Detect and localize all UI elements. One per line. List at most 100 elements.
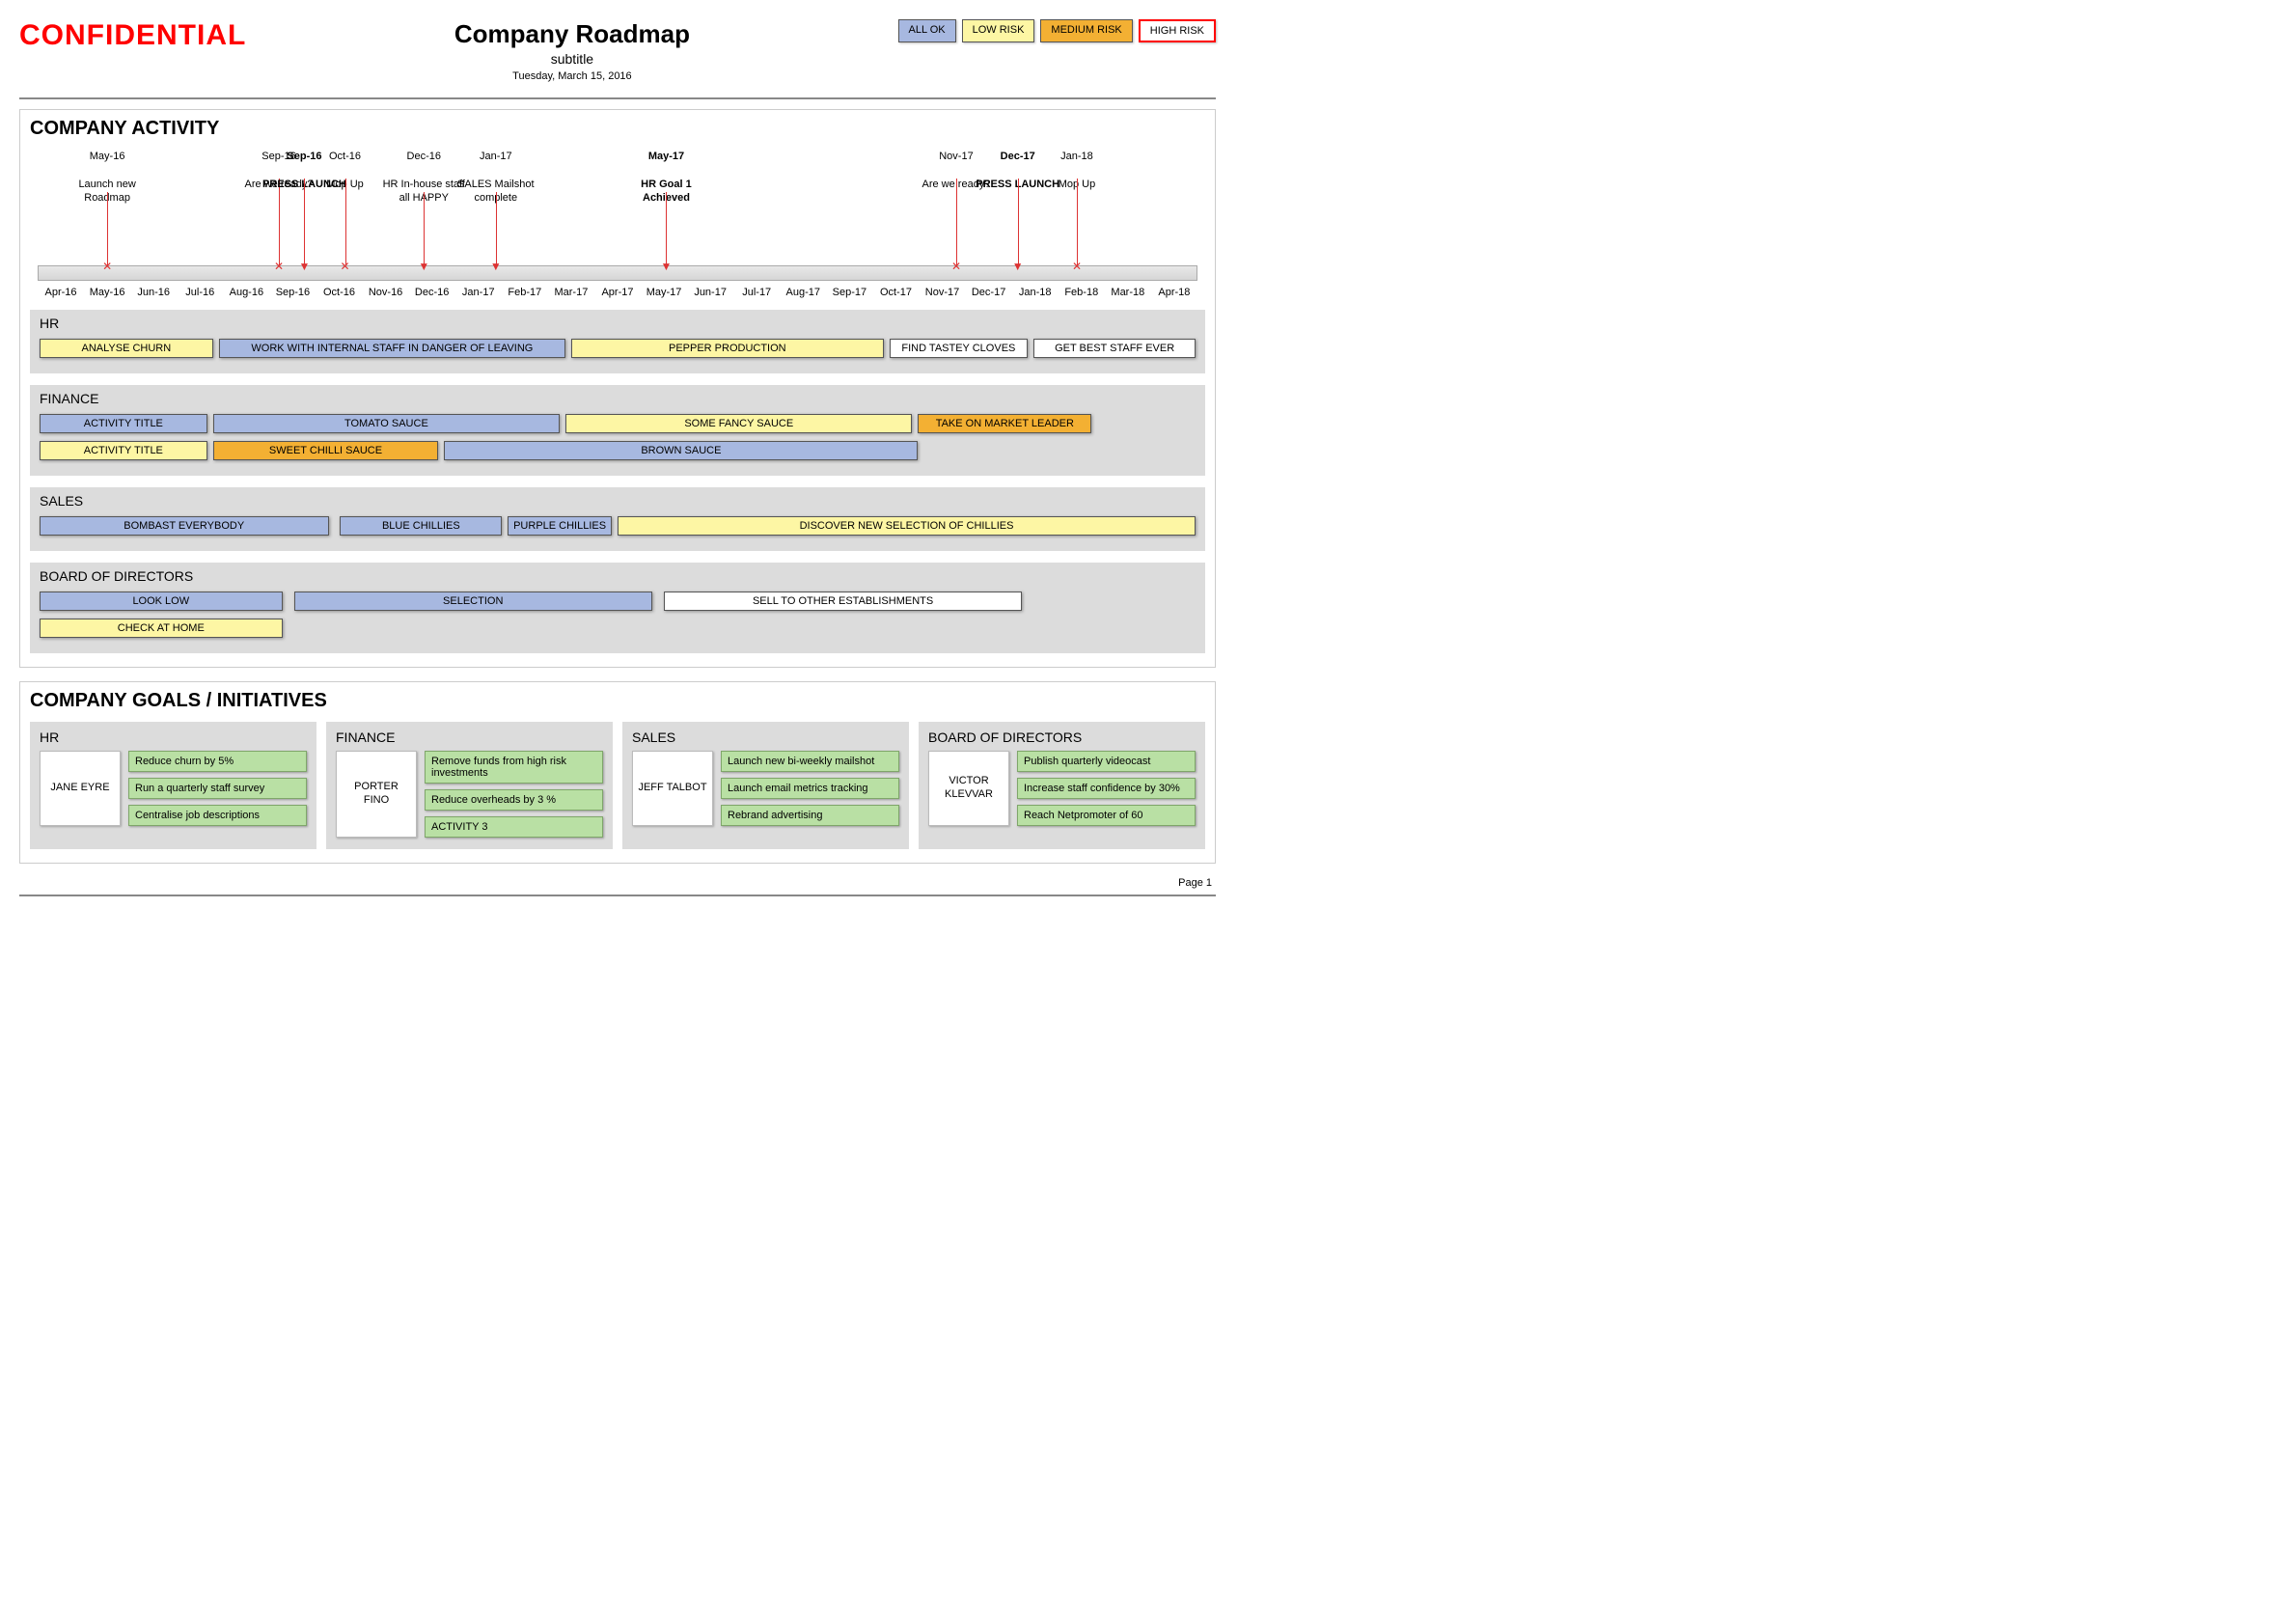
goal-owner: JEFF TALBOT	[632, 751, 713, 826]
track-title: BOARD OF DIRECTORS	[30, 563, 1205, 588]
activity-bar: ANALYSE CHURN	[40, 339, 213, 358]
activity-bar: LOOK LOW	[40, 592, 283, 611]
goal-column-title: SALES	[632, 729, 899, 745]
month-tick: Mar-17	[548, 287, 594, 298]
goal-column: SALESJEFF TALBOTLaunch new bi-weekly mai…	[622, 722, 909, 849]
track-title: HR	[30, 310, 1205, 335]
month-tick: Jan-18	[1012, 287, 1059, 298]
goal-column: BOARD OF DIRECTORSVICTOR KLEVVARPublish …	[919, 722, 1205, 849]
milestone: May-16Launch new Roadmap✕	[64, 150, 151, 205]
company-activity-title: COMPANY ACTIVITY	[30, 118, 1205, 140]
goal-item: Launch email metrics tracking	[721, 778, 899, 799]
month-tick: Feb-17	[502, 287, 548, 298]
month-tick: Apr-18	[1151, 287, 1197, 298]
activity-bar: DISCOVER NEW SELECTION OF CHILLIES	[618, 516, 1196, 536]
activity-bar: PURPLE CHILLIES	[508, 516, 612, 536]
month-tick: Jun-17	[687, 287, 733, 298]
month-tick: Oct-16	[316, 287, 362, 298]
activity-bar: SWEET CHILLI SAUCE	[213, 441, 439, 460]
milestone-arrow-icon: ▼	[418, 260, 429, 275]
milestone-x-icon: ✕	[951, 260, 961, 275]
goal-item: Increase staff confidence by 30%	[1017, 778, 1196, 799]
milestone-arrow-icon: ▼	[299, 260, 311, 275]
month-tick: Aug-17	[780, 287, 826, 298]
track-row: ACTIVITY TITLESWEET CHILLI SAUCEBROWN SA…	[40, 441, 1196, 464]
month-tick: Sep-17	[826, 287, 872, 298]
milestone: May-17HR Goal 1 Achieved▼	[622, 150, 709, 205]
track-sales: SALES BOMBAST EVERYBODYBLUE CHILLIESPURPL…	[30, 487, 1205, 551]
divider	[19, 97, 1216, 99]
goal-item: Reduce overheads by 3 %	[425, 789, 603, 811]
track-row: CHECK AT HOME	[40, 619, 1196, 642]
page-number: Page 1	[19, 877, 1216, 889]
company-goals-section: COMPANY GOALS / INITIATIVES HR JANE EYRE R…	[19, 681, 1216, 864]
activity-bar: SELL TO OTHER ESTABLISHMENTS	[664, 592, 1022, 611]
goals-grid: HR JANE EYRE Reduce churn by 5% Run a quart…	[30, 722, 1205, 849]
goal-column: HR JANE EYRE Reduce churn by 5% Run a quart…	[30, 722, 316, 849]
month-axis: Apr-16May-16Jun-16Jul-16Aug-16Sep-16Oct-…	[38, 287, 1197, 298]
legend-low: LOW RISK	[962, 19, 1035, 42]
milestones-row: May-16Launch new Roadmap✕Sep-16Are we re…	[38, 150, 1197, 265]
month-tick: Apr-17	[594, 287, 641, 298]
milestone-x-icon: ✕	[1072, 260, 1082, 275]
goal-item: ACTIVITY 3	[425, 816, 603, 838]
activity-bar: PEPPER PRODUCTION	[571, 339, 883, 358]
track-row: BOMBAST EVERYBODYBLUE CHILLIESPURPLE CHI…	[40, 516, 1196, 539]
activity-bar: SELECTION	[294, 592, 652, 611]
goal-owner: JANE EYRE	[40, 751, 121, 826]
page-title: Company Roadmap	[246, 19, 897, 49]
month-tick: Sep-16	[269, 287, 316, 298]
page-date: Tuesday, March 15, 2016	[246, 70, 897, 82]
tracks-container: HR ANALYSE CHURN WORK WITH INTERNAL STAFF …	[30, 310, 1205, 653]
month-tick: Nov-16	[363, 287, 409, 298]
milestone: Oct-16Mop Up✕	[302, 150, 389, 191]
goal-item: Rebrand advertising	[721, 805, 899, 826]
activity-bar: GET BEST STAFF EVER	[1033, 339, 1196, 358]
month-tick: Feb-18	[1059, 287, 1105, 298]
goal-item: Reduce churn by 5%	[128, 751, 307, 772]
activity-bar: TAKE ON MARKET LEADER	[918, 414, 1091, 433]
goal-item: Centralise job descriptions	[128, 805, 307, 826]
activity-bar: WORK WITH INTERNAL STAFF IN DANGER OF LE…	[219, 339, 565, 358]
month-tick: Jul-16	[177, 287, 223, 298]
milestone-arrow-icon: ▼	[1012, 260, 1024, 275]
month-tick: Dec-16	[409, 287, 455, 298]
track-row: ACTIVITY TITLE TOMATO SAUCE SOME FANCY SAU…	[40, 414, 1196, 437]
goal-item: Run a quarterly staff survey	[128, 778, 307, 799]
track-row: ANALYSE CHURN WORK WITH INTERNAL STAFF IN…	[40, 339, 1196, 362]
month-tick: Jul-17	[733, 287, 780, 298]
activity-bar: SOME FANCY SAUCE	[565, 414, 912, 433]
month-tick: Mar-18	[1105, 287, 1151, 298]
milestone-arrow-icon: ▼	[490, 260, 502, 275]
page-subtitle: subtitle	[246, 51, 897, 67]
month-tick: Apr-16	[38, 287, 84, 298]
goal-column-title: HR	[40, 729, 307, 745]
company-activity-section: COMPANY ACTIVITY May-16Launch new Roadma…	[19, 109, 1216, 668]
milestone-x-icon: ✕	[340, 260, 349, 275]
track-title: FINANCE	[30, 385, 1205, 410]
title-block: Company Roadmap subtitle Tuesday, March …	[246, 19, 897, 82]
track-board-of-directors: BOARD OF DIRECTORS LOOK LOW SELECTION SELL …	[30, 563, 1205, 653]
track-title: SALES	[30, 487, 1205, 512]
goal-item: Publish quarterly videocast	[1017, 751, 1196, 772]
activity-bar: BLUE CHILLIES	[340, 516, 502, 536]
activity-bar: BROWN SAUCE	[444, 441, 918, 460]
track-finance: FINANCE ACTIVITY TITLE TOMATO SAUCE SOME FA…	[30, 385, 1205, 476]
month-tick: Nov-17	[919, 287, 965, 298]
activity-bar: TOMATO SAUCE	[213, 414, 560, 433]
milestone-arrow-icon: ▼	[661, 260, 673, 275]
month-tick: Jun-16	[130, 287, 177, 298]
goal-owner: VICTOR KLEVVAR	[928, 751, 1009, 826]
month-tick: May-16	[84, 287, 130, 298]
month-tick: Oct-17	[872, 287, 919, 298]
month-tick: May-17	[641, 287, 687, 298]
month-tick: Aug-16	[223, 287, 269, 298]
track-row: LOOK LOW SELECTION SELL TO OTHER ESTABLISH…	[40, 592, 1196, 615]
risk-legend: ALL OK LOW RISK MEDIUM RISK HIGH RISK	[898, 19, 1217, 42]
goal-owner: PORTER FINO	[336, 751, 417, 838]
activity-bar: ACTIVITY TITLE	[40, 414, 207, 433]
company-goals-title: COMPANY GOALS / INITIATIVES	[30, 690, 1205, 712]
goal-column-title: FINANCE	[336, 729, 603, 745]
goal-column: FINANCEPORTER FINORemove funds from high…	[326, 722, 613, 849]
divider-bottom	[19, 895, 1216, 896]
